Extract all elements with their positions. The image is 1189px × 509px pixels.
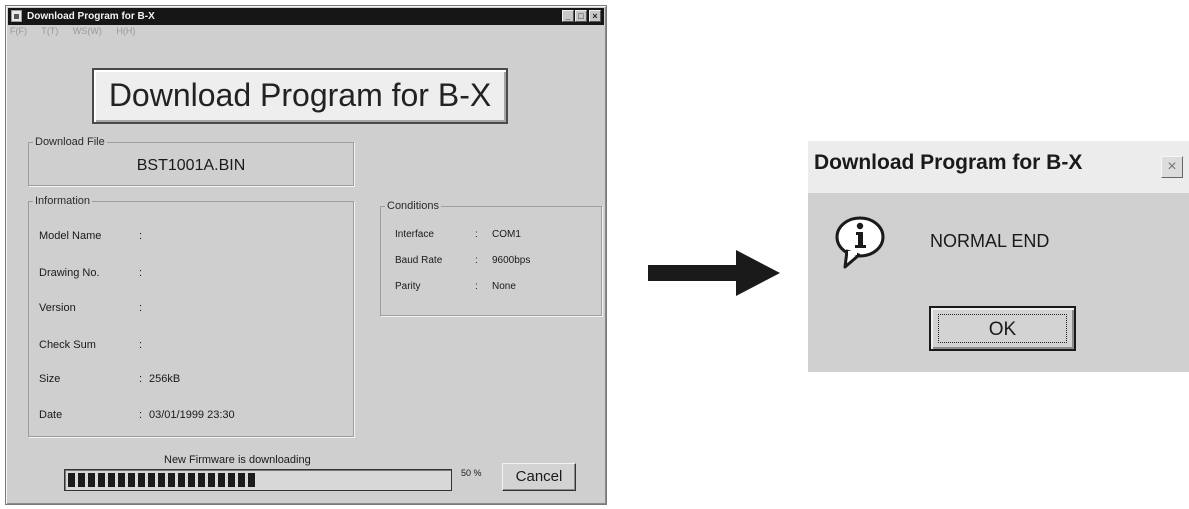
progress-block <box>238 473 245 487</box>
menu-bar: F(F) T(T) WS(W) H(H) <box>10 26 147 40</box>
download-file-label: Download File <box>33 136 107 148</box>
cond-colon: : <box>475 255 478 266</box>
conditions-label: Conditions <box>385 200 441 212</box>
info-label: Version <box>39 302 76 314</box>
progress-block <box>148 473 155 487</box>
app-icon <box>11 10 22 22</box>
cond-value: None <box>492 281 516 292</box>
progress-block <box>88 473 95 487</box>
progress-block <box>98 473 105 487</box>
cancel-button[interactable]: Cancel <box>502 463 576 491</box>
info-colon: : <box>139 230 143 242</box>
program-banner: Download Program for B-X <box>92 68 508 124</box>
close-button[interactable]: × <box>589 10 601 22</box>
info-colon: : <box>139 339 143 351</box>
menu-help[interactable]: H(H) <box>116 26 135 36</box>
dialog-title: Download Program for B-X <box>814 151 1083 174</box>
cond-label: Baud Rate <box>395 255 443 266</box>
progress-block <box>188 473 195 487</box>
download-file-name: BST1001A.BIN <box>136 157 246 174</box>
progress-block <box>68 473 75 487</box>
progress-block <box>178 473 185 487</box>
progress-block <box>198 473 205 487</box>
cond-value: COM1 <box>492 229 521 240</box>
cond-label: Parity <box>395 281 421 292</box>
info-value: 03/01/1999 23:30 <box>149 409 235 421</box>
progress-block <box>168 473 175 487</box>
progress-percent: 50 % <box>461 468 482 478</box>
download-status-text: New Firmware is downloading <box>164 454 311 466</box>
dialog-title-bar: Download Program for B-X × <box>808 141 1189 193</box>
information-label: Information <box>33 195 93 207</box>
ok-button-label: OK <box>938 314 1067 343</box>
download-progress-bar <box>64 469 452 491</box>
info-label: Size <box>39 373 61 385</box>
main-window: Download Program for B-X _ □ × F(F) T(T)… <box>5 5 607 505</box>
right-arrow-icon <box>648 250 780 296</box>
progress-block <box>248 473 255 487</box>
cond-colon: : <box>475 229 478 240</box>
conditions-group: Conditions Interface : COM1 Baud Rate : … <box>380 200 602 316</box>
info-value: 256kB <box>149 373 181 385</box>
progress-block <box>158 473 165 487</box>
info-label: Model Name <box>39 230 102 242</box>
progress-block <box>118 473 125 487</box>
progress-block <box>228 473 235 487</box>
download-file-group: Download File BST1001A.BIN <box>28 136 354 186</box>
information-group: Information Model Name : Drawing No. : V… <box>28 195 354 437</box>
information-icon <box>835 216 885 269</box>
minimize-button[interactable]: _ <box>562 10 574 22</box>
info-colon: : <box>139 373 143 385</box>
main-window-title: Download Program for B-X <box>27 11 155 22</box>
menu-file[interactable]: F(F) <box>10 26 27 36</box>
info-colon: : <box>139 409 143 421</box>
progress-block <box>218 473 225 487</box>
cond-colon: : <box>475 281 478 292</box>
menu-tool[interactable]: T(T) <box>41 26 58 36</box>
progress-block <box>208 473 215 487</box>
progress-block <box>108 473 115 487</box>
maximize-button[interactable]: □ <box>575 10 587 22</box>
info-colon: : <box>139 267 143 279</box>
progress-block <box>128 473 135 487</box>
menu-window[interactable]: WS(W) <box>73 26 102 36</box>
info-label: Check Sum <box>39 339 96 351</box>
info-colon: : <box>139 302 143 314</box>
dialog-close-button[interactable]: × <box>1161 156 1183 178</box>
info-label: Date <box>39 409 63 421</box>
info-label: Drawing No. <box>39 267 100 279</box>
progress-fill <box>68 473 258 487</box>
progress-block <box>138 473 145 487</box>
message-dialog: Download Program for B-X × NORMAL END OK <box>808 141 1189 372</box>
cond-label: Interface <box>395 229 434 240</box>
ok-button[interactable]: OK <box>929 306 1076 351</box>
dialog-message: NORMAL END <box>930 231 1050 251</box>
main-title-bar: Download Program for B-X _ □ × <box>8 8 604 25</box>
cond-value: 9600bps <box>492 255 531 266</box>
progress-block <box>78 473 85 487</box>
